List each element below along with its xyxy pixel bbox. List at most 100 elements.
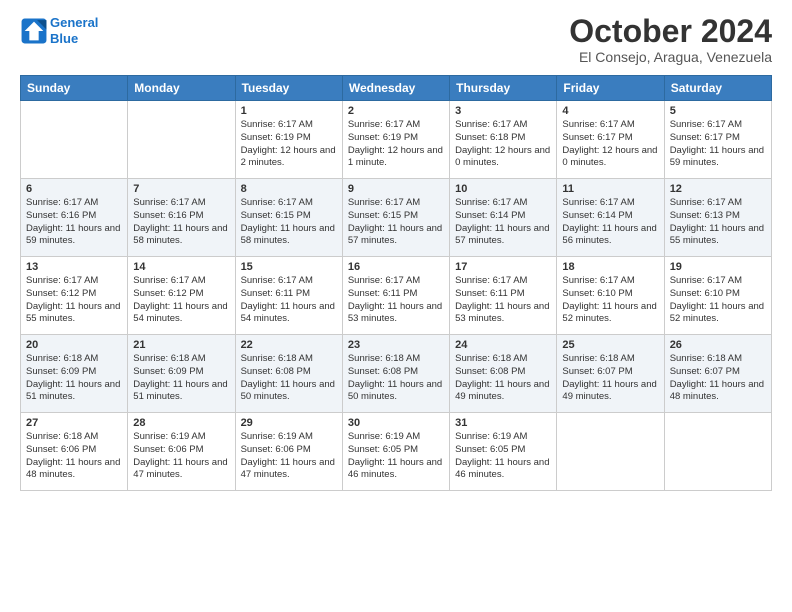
cell-content: Sunrise: 6:17 AMSunset: 6:16 PMDaylight:…	[133, 197, 229, 248]
calendar-header-row: SundayMondayTuesdayWednesdayThursdayFrid…	[21, 76, 772, 101]
logo-icon	[20, 17, 48, 45]
cell-content: Sunrise: 6:17 AMSunset: 6:15 PMDaylight:…	[241, 197, 337, 248]
sunset-text: Sunset: 6:12 PM	[133, 288, 229, 301]
cell-content: Sunrise: 6:17 AMSunset: 6:10 PMDaylight:…	[670, 275, 766, 326]
cell-content: Sunrise: 6:17 AMSunset: 6:14 PMDaylight:…	[562, 197, 658, 248]
day-number: 16	[348, 261, 444, 273]
sunrise-text: Sunrise: 6:18 AM	[26, 353, 122, 366]
sunrise-text: Sunrise: 6:18 AM	[348, 353, 444, 366]
day-number: 1	[241, 105, 337, 117]
calendar-cell	[557, 413, 664, 491]
sunset-text: Sunset: 6:08 PM	[348, 366, 444, 379]
sunset-text: Sunset: 6:06 PM	[241, 444, 337, 457]
daylight-text: Daylight: 11 hours and 52 minutes.	[562, 301, 658, 327]
cell-content: Sunrise: 6:17 AMSunset: 6:19 PMDaylight:…	[241, 119, 337, 170]
sunset-text: Sunset: 6:07 PM	[562, 366, 658, 379]
day-number: 24	[455, 339, 551, 351]
sunrise-text: Sunrise: 6:19 AM	[348, 431, 444, 444]
calendar-cell: 21 Sunrise: 6:18 AMSunset: 6:09 PMDayligh…	[128, 335, 235, 413]
sunset-text: Sunset: 6:14 PM	[562, 210, 658, 223]
calendar-cell: 7Sunrise: 6:17 AMSunset: 6:16 PMDaylight…	[128, 179, 235, 257]
calendar-week-row: 6Sunrise: 6:17 AMSunset: 6:16 PMDaylight…	[21, 179, 772, 257]
cell-content: Sunrise: 6:17 AMSunset: 6:11 PMDaylight:…	[455, 275, 551, 326]
sunrise-text: Sunrise: 6:19 AM	[241, 431, 337, 444]
daylight-text: Daylight: 11 hours and 54 minutes.	[241, 301, 337, 327]
sunrise-text: Sunrise: 6:18 AM	[133, 353, 229, 366]
sunrise-text: Sunrise: 6:17 AM	[562, 119, 658, 132]
cell-content: Sunrise: 6:18 AMSunset: 6:09 PMDaylight:…	[133, 353, 229, 404]
daylight-text: Daylight: 11 hours and 47 minutes.	[133, 457, 229, 483]
day-number: 10	[455, 183, 551, 195]
daylight-text: Daylight: 11 hours and 51 minutes.	[133, 379, 229, 405]
cell-content: Sunrise: 6:17 AMSunset: 6:13 PMDaylight:…	[670, 197, 766, 248]
calendar-week-row: 1Sunrise: 6:17 AMSunset: 6:19 PMDaylight…	[21, 101, 772, 179]
sunset-text: Sunset: 6:08 PM	[455, 366, 551, 379]
day-number: 27	[26, 417, 122, 429]
sunrise-text: Sunrise: 6:17 AM	[348, 197, 444, 210]
sunrise-text: Sunrise: 6:17 AM	[670, 119, 766, 132]
calendar-cell: 31Sunrise: 6:19 AMSunset: 6:05 PMDayligh…	[450, 413, 557, 491]
daylight-text: Daylight: 11 hours and 46 minutes.	[348, 457, 444, 483]
day-number: 9	[348, 183, 444, 195]
sunset-text: Sunset: 6:09 PM	[26, 366, 122, 379]
cell-content: Sunrise: 6:18 AMSunset: 6:09 PMDaylight:…	[26, 353, 122, 404]
daylight-text: Daylight: 11 hours and 52 minutes.	[670, 301, 766, 327]
cell-content: Sunrise: 6:17 AMSunset: 6:14 PMDaylight:…	[455, 197, 551, 248]
col-header-wednesday: Wednesday	[342, 76, 449, 101]
daylight-text: Daylight: 12 hours and 2 minutes.	[241, 145, 337, 171]
cell-content: Sunrise: 6:17 AMSunset: 6:11 PMDaylight:…	[241, 275, 337, 326]
day-number: 2	[348, 105, 444, 117]
daylight-text: Daylight: 11 hours and 59 minutes.	[670, 145, 766, 171]
sunset-text: Sunset: 6:15 PM	[241, 210, 337, 223]
calendar-cell: 28 Sunrise: 6:19 AMSunset: 6:06 PMDayligh…	[128, 413, 235, 491]
sunrise-text: Sunrise: 6:17 AM	[241, 119, 337, 132]
cell-content: Sunrise: 6:19 AMSunset: 6:05 PMDaylight:…	[348, 431, 444, 482]
cell-content: Sunrise: 6:17 AMSunset: 6:18 PMDaylight:…	[455, 119, 551, 170]
day-number: 19	[670, 261, 766, 273]
daylight-text: Daylight: 11 hours and 49 minutes.	[562, 379, 658, 405]
sunrise-text: Sunrise: 6:17 AM	[455, 197, 551, 210]
day-number: 4	[562, 105, 658, 117]
calendar-cell: 25Sunrise: 6:18 AMSunset: 6:07 PMDayligh…	[557, 335, 664, 413]
logo-line1: General	[50, 15, 98, 30]
calendar-cell: 18Sunrise: 6:17 AMSunset: 6:10 PMDayligh…	[557, 257, 664, 335]
cell-content: Sunrise: 6:17 AMSunset: 6:17 PMDaylight:…	[562, 119, 658, 170]
calendar-cell: 3Sunrise: 6:17 AMSunset: 6:18 PMDaylight…	[450, 101, 557, 179]
sunrise-text: Sunrise: 6:18 AM	[455, 353, 551, 366]
day-number: 28	[133, 417, 229, 429]
sunset-text: Sunset: 6:07 PM	[670, 366, 766, 379]
title-block: October 2024 El Consejo, Aragua, Venezue…	[569, 15, 772, 65]
sunrise-text: Sunrise: 6:17 AM	[562, 197, 658, 210]
sunset-text: Sunset: 6:19 PM	[241, 132, 337, 145]
daylight-text: Daylight: 11 hours and 58 minutes.	[133, 223, 229, 249]
month-title: October 2024	[569, 15, 772, 47]
sunset-text: Sunset: 6:11 PM	[348, 288, 444, 301]
sunset-text: Sunset: 6:18 PM	[455, 132, 551, 145]
sunrise-text: Sunrise: 6:17 AM	[133, 197, 229, 210]
cell-content: Sunrise: 6:17 AMSunset: 6:12 PMDaylight:…	[26, 275, 122, 326]
daylight-text: Daylight: 11 hours and 50 minutes.	[241, 379, 337, 405]
day-number: 25	[562, 339, 658, 351]
day-number: 23	[348, 339, 444, 351]
cell-content: Sunrise: 6:18 AMSunset: 6:08 PMDaylight:…	[241, 353, 337, 404]
sunrise-text: Sunrise: 6:17 AM	[26, 197, 122, 210]
calendar-cell: 4 Sunrise: 6:17 AMSunset: 6:17 PMDaylight…	[557, 101, 664, 179]
day-number: 21	[133, 339, 229, 351]
calendar-cell: 14Sunrise: 6:17 AMSunset: 6:12 PMDayligh…	[128, 257, 235, 335]
calendar-cell: 30 Sunrise: 6:19 AMSunset: 6:05 PMDayligh…	[342, 413, 449, 491]
calendar-cell: 22Sunrise: 6:18 AMSunset: 6:08 PMDayligh…	[235, 335, 342, 413]
calendar-cell: 26Sunrise: 6:18 AMSunset: 6:07 PMDayligh…	[664, 335, 771, 413]
day-number: 30	[348, 417, 444, 429]
sunrise-text: Sunrise: 6:19 AM	[133, 431, 229, 444]
sunrise-text: Sunrise: 6:18 AM	[241, 353, 337, 366]
calendar-cell: 5Sunrise: 6:17 AMSunset: 6:17 PMDaylight…	[664, 101, 771, 179]
day-number: 12	[670, 183, 766, 195]
sunrise-text: Sunrise: 6:17 AM	[670, 197, 766, 210]
cell-content: Sunrise: 6:17 AMSunset: 6:11 PMDaylight:…	[348, 275, 444, 326]
calendar-cell: 27Sunrise: 6:18 AMSunset: 6:06 PMDayligh…	[21, 413, 128, 491]
cell-content: Sunrise: 6:19 AMSunset: 6:06 PMDaylight:…	[133, 431, 229, 482]
sunrise-text: Sunrise: 6:19 AM	[455, 431, 551, 444]
daylight-text: Daylight: 11 hours and 47 minutes.	[241, 457, 337, 483]
calendar-cell: 20Sunrise: 6:18 AMSunset: 6:09 PMDayligh…	[21, 335, 128, 413]
calendar-cell: 23Sunrise: 6:18 AMSunset: 6:08 PMDayligh…	[342, 335, 449, 413]
